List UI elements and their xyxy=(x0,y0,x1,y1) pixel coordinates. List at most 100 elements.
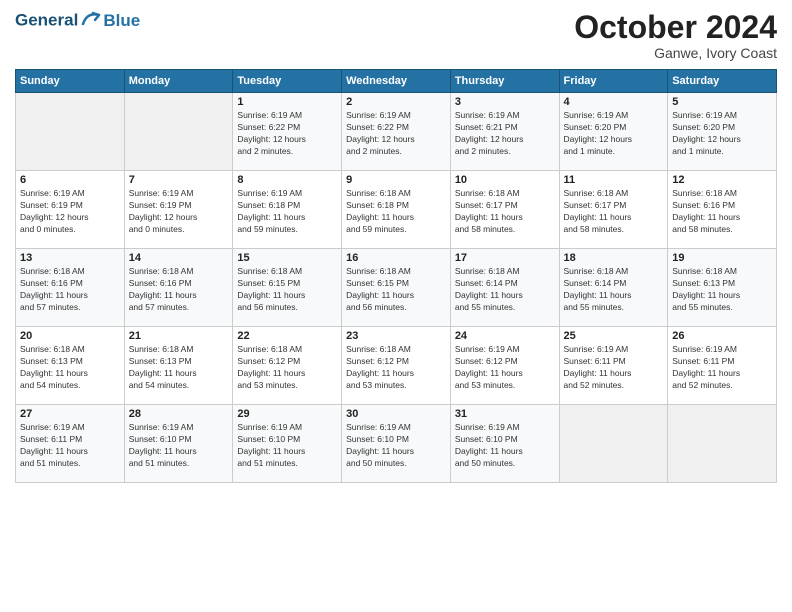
day-number: 11 xyxy=(564,174,664,186)
day-info: Sunrise: 6:18 AM Sunset: 6:12 PM Dayligh… xyxy=(237,344,337,392)
logo: General Blue xyxy=(15,10,140,32)
day-info: Sunrise: 6:19 AM Sunset: 6:10 PM Dayligh… xyxy=(346,422,446,470)
calendar-cell: 10 Sunrise: 6:18 AM Sunset: 6:17 PM Dayli… xyxy=(450,171,559,249)
day-number: 21 xyxy=(129,330,229,342)
day-number: 3 xyxy=(455,96,555,108)
calendar-cell xyxy=(16,93,125,171)
day-number: 10 xyxy=(455,174,555,186)
day-number: 26 xyxy=(672,330,772,342)
day-info: Sunrise: 6:18 AM Sunset: 6:16 PM Dayligh… xyxy=(129,266,229,314)
month-title: October 2024 xyxy=(574,10,777,45)
day-info: Sunrise: 6:19 AM Sunset: 6:12 PM Dayligh… xyxy=(455,344,555,392)
day-number: 30 xyxy=(346,408,446,420)
day-number: 13 xyxy=(20,252,120,264)
day-info: Sunrise: 6:19 AM Sunset: 6:20 PM Dayligh… xyxy=(564,110,664,158)
calendar-cell: 22 Sunrise: 6:18 AM Sunset: 6:12 PM Dayli… xyxy=(233,327,342,405)
calendar-cell: 15Sunrise: 6:18 AM Sunset: 6:15 PM Dayli… xyxy=(233,249,342,327)
day-info: Sunrise: 6:19 AM Sunset: 6:19 PM Dayligh… xyxy=(20,188,120,236)
week-row-1: 6 Sunrise: 6:19 AM Sunset: 6:19 PM Daylig… xyxy=(16,171,777,249)
day-info: Sunrise: 6:18 AM Sunset: 6:18 PM Dayligh… xyxy=(346,188,446,236)
location-subtitle: Ganwe, Ivory Coast xyxy=(574,45,777,61)
logo-text: General xyxy=(15,10,101,32)
day-number: 22 xyxy=(237,330,337,342)
calendar-cell: 13Sunrise: 6:18 AM Sunset: 6:16 PM Dayli… xyxy=(16,249,125,327)
calendar-cell: 4Sunrise: 6:19 AM Sunset: 6:20 PM Daylig… xyxy=(559,93,668,171)
calendar-cell: 26 Sunrise: 6:19 AM Sunset: 6:11 PM Dayli… xyxy=(668,327,777,405)
day-number: 24 xyxy=(455,330,555,342)
week-row-0: 1 Sunrise: 6:19 AM Sunset: 6:22 PM Daylig… xyxy=(16,93,777,171)
day-number: 6 xyxy=(20,174,120,186)
week-row-4: 27Sunrise: 6:19 AM Sunset: 6:11 PM Dayli… xyxy=(16,405,777,483)
calendar-cell: 19 Sunrise: 6:18 AM Sunset: 6:13 PM Dayli… xyxy=(668,249,777,327)
day-info: Sunrise: 6:19 AM Sunset: 6:11 PM Dayligh… xyxy=(672,344,772,392)
week-row-3: 20Sunrise: 6:18 AM Sunset: 6:13 PM Dayli… xyxy=(16,327,777,405)
calendar-cell: 29Sunrise: 6:19 AM Sunset: 6:10 PM Dayli… xyxy=(233,405,342,483)
calendar-cell: 12 Sunrise: 6:18 AM Sunset: 6:16 PM Dayli… xyxy=(668,171,777,249)
day-number: 27 xyxy=(20,408,120,420)
col-header-monday: Monday xyxy=(124,70,233,93)
day-info: Sunrise: 6:19 AM Sunset: 6:21 PM Dayligh… xyxy=(455,110,555,158)
calendar-cell: 24 Sunrise: 6:19 AM Sunset: 6:12 PM Dayli… xyxy=(450,327,559,405)
day-info: Sunrise: 6:19 AM Sunset: 6:10 PM Dayligh… xyxy=(455,422,555,470)
day-info: Sunrise: 6:18 AM Sunset: 6:15 PM Dayligh… xyxy=(237,266,337,314)
logo-blue: Blue xyxy=(103,11,140,31)
calendar-cell: 31 Sunrise: 6:19 AM Sunset: 6:10 PM Dayli… xyxy=(450,405,559,483)
day-info: Sunrise: 6:18 AM Sunset: 6:16 PM Dayligh… xyxy=(672,188,772,236)
day-number: 9 xyxy=(346,174,446,186)
calendar-cell: 28 Sunrise: 6:19 AM Sunset: 6:10 PM Dayli… xyxy=(124,405,233,483)
col-header-friday: Friday xyxy=(559,70,668,93)
calendar-cell: 16 Sunrise: 6:18 AM Sunset: 6:15 PM Dayli… xyxy=(342,249,451,327)
day-number: 28 xyxy=(129,408,229,420)
calendar-cell xyxy=(124,93,233,171)
day-number: 12 xyxy=(672,174,772,186)
calendar-cell: 9 Sunrise: 6:18 AM Sunset: 6:18 PM Daylig… xyxy=(342,171,451,249)
day-number: 2 xyxy=(346,96,446,108)
calendar-cell: 3 Sunrise: 6:19 AM Sunset: 6:21 PM Daylig… xyxy=(450,93,559,171)
day-number: 17 xyxy=(455,252,555,264)
calendar-cell: 6 Sunrise: 6:19 AM Sunset: 6:19 PM Daylig… xyxy=(16,171,125,249)
calendar-table: SundayMondayTuesdayWednesdayThursdayFrid… xyxy=(15,69,777,483)
day-number: 19 xyxy=(672,252,772,264)
day-number: 1 xyxy=(237,96,337,108)
day-number: 25 xyxy=(564,330,664,342)
day-info: Sunrise: 6:19 AM Sunset: 6:22 PM Dayligh… xyxy=(346,110,446,158)
col-header-tuesday: Tuesday xyxy=(233,70,342,93)
day-info: Sunrise: 6:18 AM Sunset: 6:12 PM Dayligh… xyxy=(346,344,446,392)
day-info: Sunrise: 6:18 AM Sunset: 6:17 PM Dayligh… xyxy=(455,188,555,236)
day-number: 31 xyxy=(455,408,555,420)
calendar-cell: 7 Sunrise: 6:19 AM Sunset: 6:19 PM Daylig… xyxy=(124,171,233,249)
calendar-cell: 17 Sunrise: 6:18 AM Sunset: 6:14 PM Dayli… xyxy=(450,249,559,327)
col-header-thursday: Thursday xyxy=(450,70,559,93)
day-info: Sunrise: 6:19 AM Sunset: 6:10 PM Dayligh… xyxy=(129,422,229,470)
day-number: 14 xyxy=(129,252,229,264)
day-info: Sunrise: 6:18 AM Sunset: 6:14 PM Dayligh… xyxy=(455,266,555,314)
logo-icon xyxy=(79,10,101,32)
title-section: October 2024 Ganwe, Ivory Coast xyxy=(574,10,777,61)
calendar-cell: 27Sunrise: 6:19 AM Sunset: 6:11 PM Dayli… xyxy=(16,405,125,483)
calendar-cell: 1Sunrise: 6:19 AM Sunset: 6:22 PM Daylig… xyxy=(233,93,342,171)
calendar-cell: 11 Sunrise: 6:18 AM Sunset: 6:17 PM Dayli… xyxy=(559,171,668,249)
week-row-2: 13 Sunrise: 6:18 AM Sunset: 6:16 PM Dayli… xyxy=(16,249,777,327)
calendar-cell: 18 Sunrise: 6:18 AM Sunset: 6:14 PM Dayli… xyxy=(559,249,668,327)
day-info: Sunrise: 6:18 AM Sunset: 6:14 PM Dayligh… xyxy=(564,266,664,314)
page-header: General Blue October 2024 Ganwe, Ivory C… xyxy=(15,10,777,61)
calendar-cell: 20Sunrise: 6:18 AM Sunset: 6:13 PM Dayli… xyxy=(16,327,125,405)
day-number: 7 xyxy=(129,174,229,186)
day-info: Sunrise: 6:19 AM Sunset: 6:10 PM Dayligh… xyxy=(237,422,337,470)
header-row: SundayMondayTuesdayWednesdayThursdayFrid… xyxy=(16,70,777,93)
day-info: Sunrise: 6:19 AM Sunset: 6:11 PM Dayligh… xyxy=(564,344,664,392)
calendar-cell xyxy=(668,405,777,483)
calendar-cell: 21 Sunrise: 6:18 AM Sunset: 6:13 PM Dayli… xyxy=(124,327,233,405)
day-info: Sunrise: 6:19 AM Sunset: 6:18 PM Dayligh… xyxy=(237,188,337,236)
day-info: Sunrise: 6:19 AM Sunset: 6:19 PM Dayligh… xyxy=(129,188,229,236)
day-info: Sunrise: 6:19 AM Sunset: 6:20 PM Dayligh… xyxy=(672,110,772,158)
day-info: Sunrise: 6:18 AM Sunset: 6:15 PM Dayligh… xyxy=(346,266,446,314)
col-header-saturday: Saturday xyxy=(668,70,777,93)
day-info: Sunrise: 6:18 AM Sunset: 6:13 PM Dayligh… xyxy=(672,266,772,314)
day-info: Sunrise: 6:18 AM Sunset: 6:13 PM Dayligh… xyxy=(129,344,229,392)
calendar-cell: 23Sunrise: 6:18 AM Sunset: 6:12 PM Dayli… xyxy=(342,327,451,405)
day-info: Sunrise: 6:18 AM Sunset: 6:17 PM Dayligh… xyxy=(564,188,664,236)
day-number: 18 xyxy=(564,252,664,264)
day-number: 16 xyxy=(346,252,446,264)
calendar-cell xyxy=(559,405,668,483)
